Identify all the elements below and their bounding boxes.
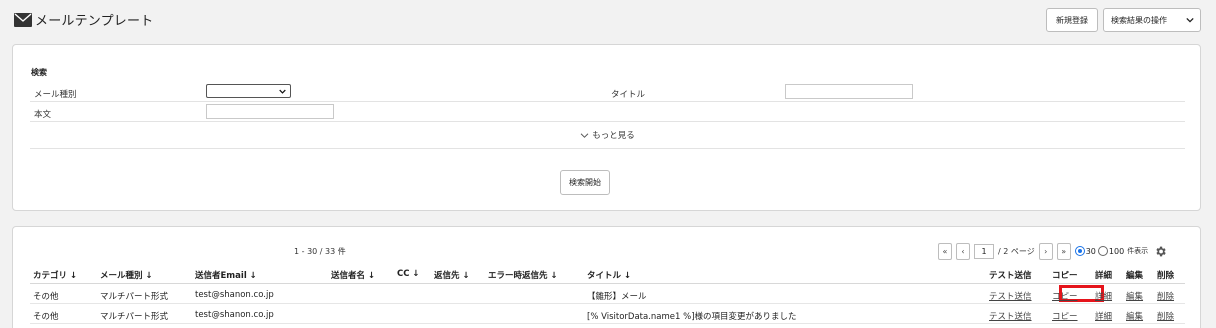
cell-category: その他 [33, 292, 59, 302]
table-row: その他 マルチパート形式 test@shanon.co.jp [% Visito… [30, 304, 1185, 324]
show-more-toggle[interactable]: もっと見る [30, 122, 1185, 149]
col-delete: 削除 [1157, 271, 1175, 281]
col-detail: 詳細 [1095, 271, 1113, 281]
search-row-1: メール種別 タイトル [30, 82, 1185, 102]
body-label: 本文 [34, 110, 52, 120]
prev-page-button[interactable]: ‹ [956, 242, 970, 260]
cell-sender-email: test@shanon.co.jp [195, 290, 274, 300]
col-cc[interactable]: CC ↓ [397, 269, 420, 279]
mail-icon [14, 12, 32, 27]
page-title-group: メールテンプレート [14, 10, 153, 29]
page-header: メールテンプレート 新規登録 検索結果の操作 [0, 0, 1216, 40]
new-register-button[interactable]: 新規登録 [1046, 8, 1098, 32]
col-sender-name[interactable]: 送信者名 ↓ [331, 269, 375, 281]
delete-link[interactable]: 削除 [1157, 310, 1174, 322]
col-category[interactable]: カテゴリ ↓ [33, 269, 77, 281]
cell-category: その他 [33, 312, 59, 322]
per-page-100-label: 100 [1108, 246, 1125, 256]
mail-type-label: メール種別 [34, 90, 77, 100]
gear-icon[interactable] [1154, 245, 1167, 258]
cell-title: [% VisitorData.name1 %]様の項目変更がありました [587, 312, 797, 322]
col-reply-to[interactable]: 返信先 ↓ [434, 269, 470, 281]
cell-mail-type: マルチパート形式 [100, 312, 169, 322]
body-input[interactable] [206, 104, 334, 119]
results-panel: 1 - 30 / 33 件 « ‹ 1 / 2 ページ › » 30 100 件… [12, 226, 1201, 328]
next-page-button[interactable]: › [1038, 242, 1053, 260]
col-mail-type[interactable]: メール種別 ↓ [100, 269, 153, 281]
title-input[interactable] [785, 84, 913, 99]
cell-sender-email: test@shanon.co.jp [195, 310, 274, 320]
per-page-30-radio[interactable] [1074, 246, 1085, 256]
search-start-button[interactable]: 検索開始 [560, 170, 610, 195]
search-panel: 検索 メール種別 タイトル 本文 もっと見る 検索開始 [12, 44, 1201, 211]
col-test-send: テスト送信 [989, 271, 1032, 281]
per-page-30-label: 30 [1085, 246, 1096, 256]
copy-link[interactable]: コピー [1052, 290, 1078, 302]
edit-link[interactable]: 編集 [1126, 310, 1143, 322]
page-title: メールテンプレート [35, 14, 154, 29]
search-result-ops-select[interactable]: 検索結果の操作 [1103, 8, 1201, 32]
page-number-input[interactable]: 1 [974, 243, 994, 259]
chevron-down-icon [580, 132, 589, 138]
cell-mail-type: マルチパート形式 [100, 292, 169, 302]
per-page-suffix: 件表示 [1127, 247, 1149, 255]
col-title[interactable]: タイトル ↓ [587, 269, 631, 281]
search-section-label: 検索 [31, 68, 47, 77]
search-row-2: 本文 [30, 102, 1185, 122]
per-page-30-option[interactable]: 30 [1074, 246, 1096, 256]
test-send-link[interactable]: テスト送信 [989, 310, 1032, 322]
detail-link[interactable]: 詳細 [1095, 290, 1112, 302]
col-sender-email[interactable]: 送信者Email ↓ [195, 269, 257, 281]
per-page-100-radio[interactable] [1097, 246, 1108, 256]
cell-title: 【雛形】メール [587, 292, 647, 302]
copy-link[interactable]: コピー [1052, 310, 1078, 322]
title-label: タイトル [611, 90, 646, 100]
test-send-link[interactable]: テスト送信 [989, 290, 1032, 302]
col-edit: 編集 [1126, 271, 1144, 281]
result-count: 1 - 30 / 33 件 [294, 247, 346, 256]
search-result-ops-label: 検索結果の操作 [1111, 15, 1167, 25]
delete-link[interactable]: 削除 [1157, 290, 1174, 302]
col-error-reply-to[interactable]: エラー時返信先 ↓ [488, 269, 558, 281]
edit-link[interactable]: 編集 [1126, 290, 1143, 302]
per-page-100-option[interactable]: 100 [1097, 246, 1125, 256]
chevron-down-icon [279, 89, 286, 94]
col-copy: コピー [1052, 271, 1078, 281]
chevron-down-icon [1186, 17, 1194, 23]
table-row: その他 マルチパート形式 test@shanon.co.jp 【雛形】メール テ… [30, 284, 1185, 304]
page-total: / 2 ページ [998, 246, 1035, 256]
pagination: « ‹ 1 / 2 ページ › » 30 100 件表示 [938, 242, 1167, 260]
first-page-button[interactable]: « [938, 242, 952, 260]
show-more-label: もっと見る [592, 131, 635, 141]
mail-type-select[interactable] [206, 84, 291, 98]
detail-link[interactable]: 詳細 [1095, 310, 1112, 322]
last-page-button[interactable]: » [1056, 242, 1071, 260]
